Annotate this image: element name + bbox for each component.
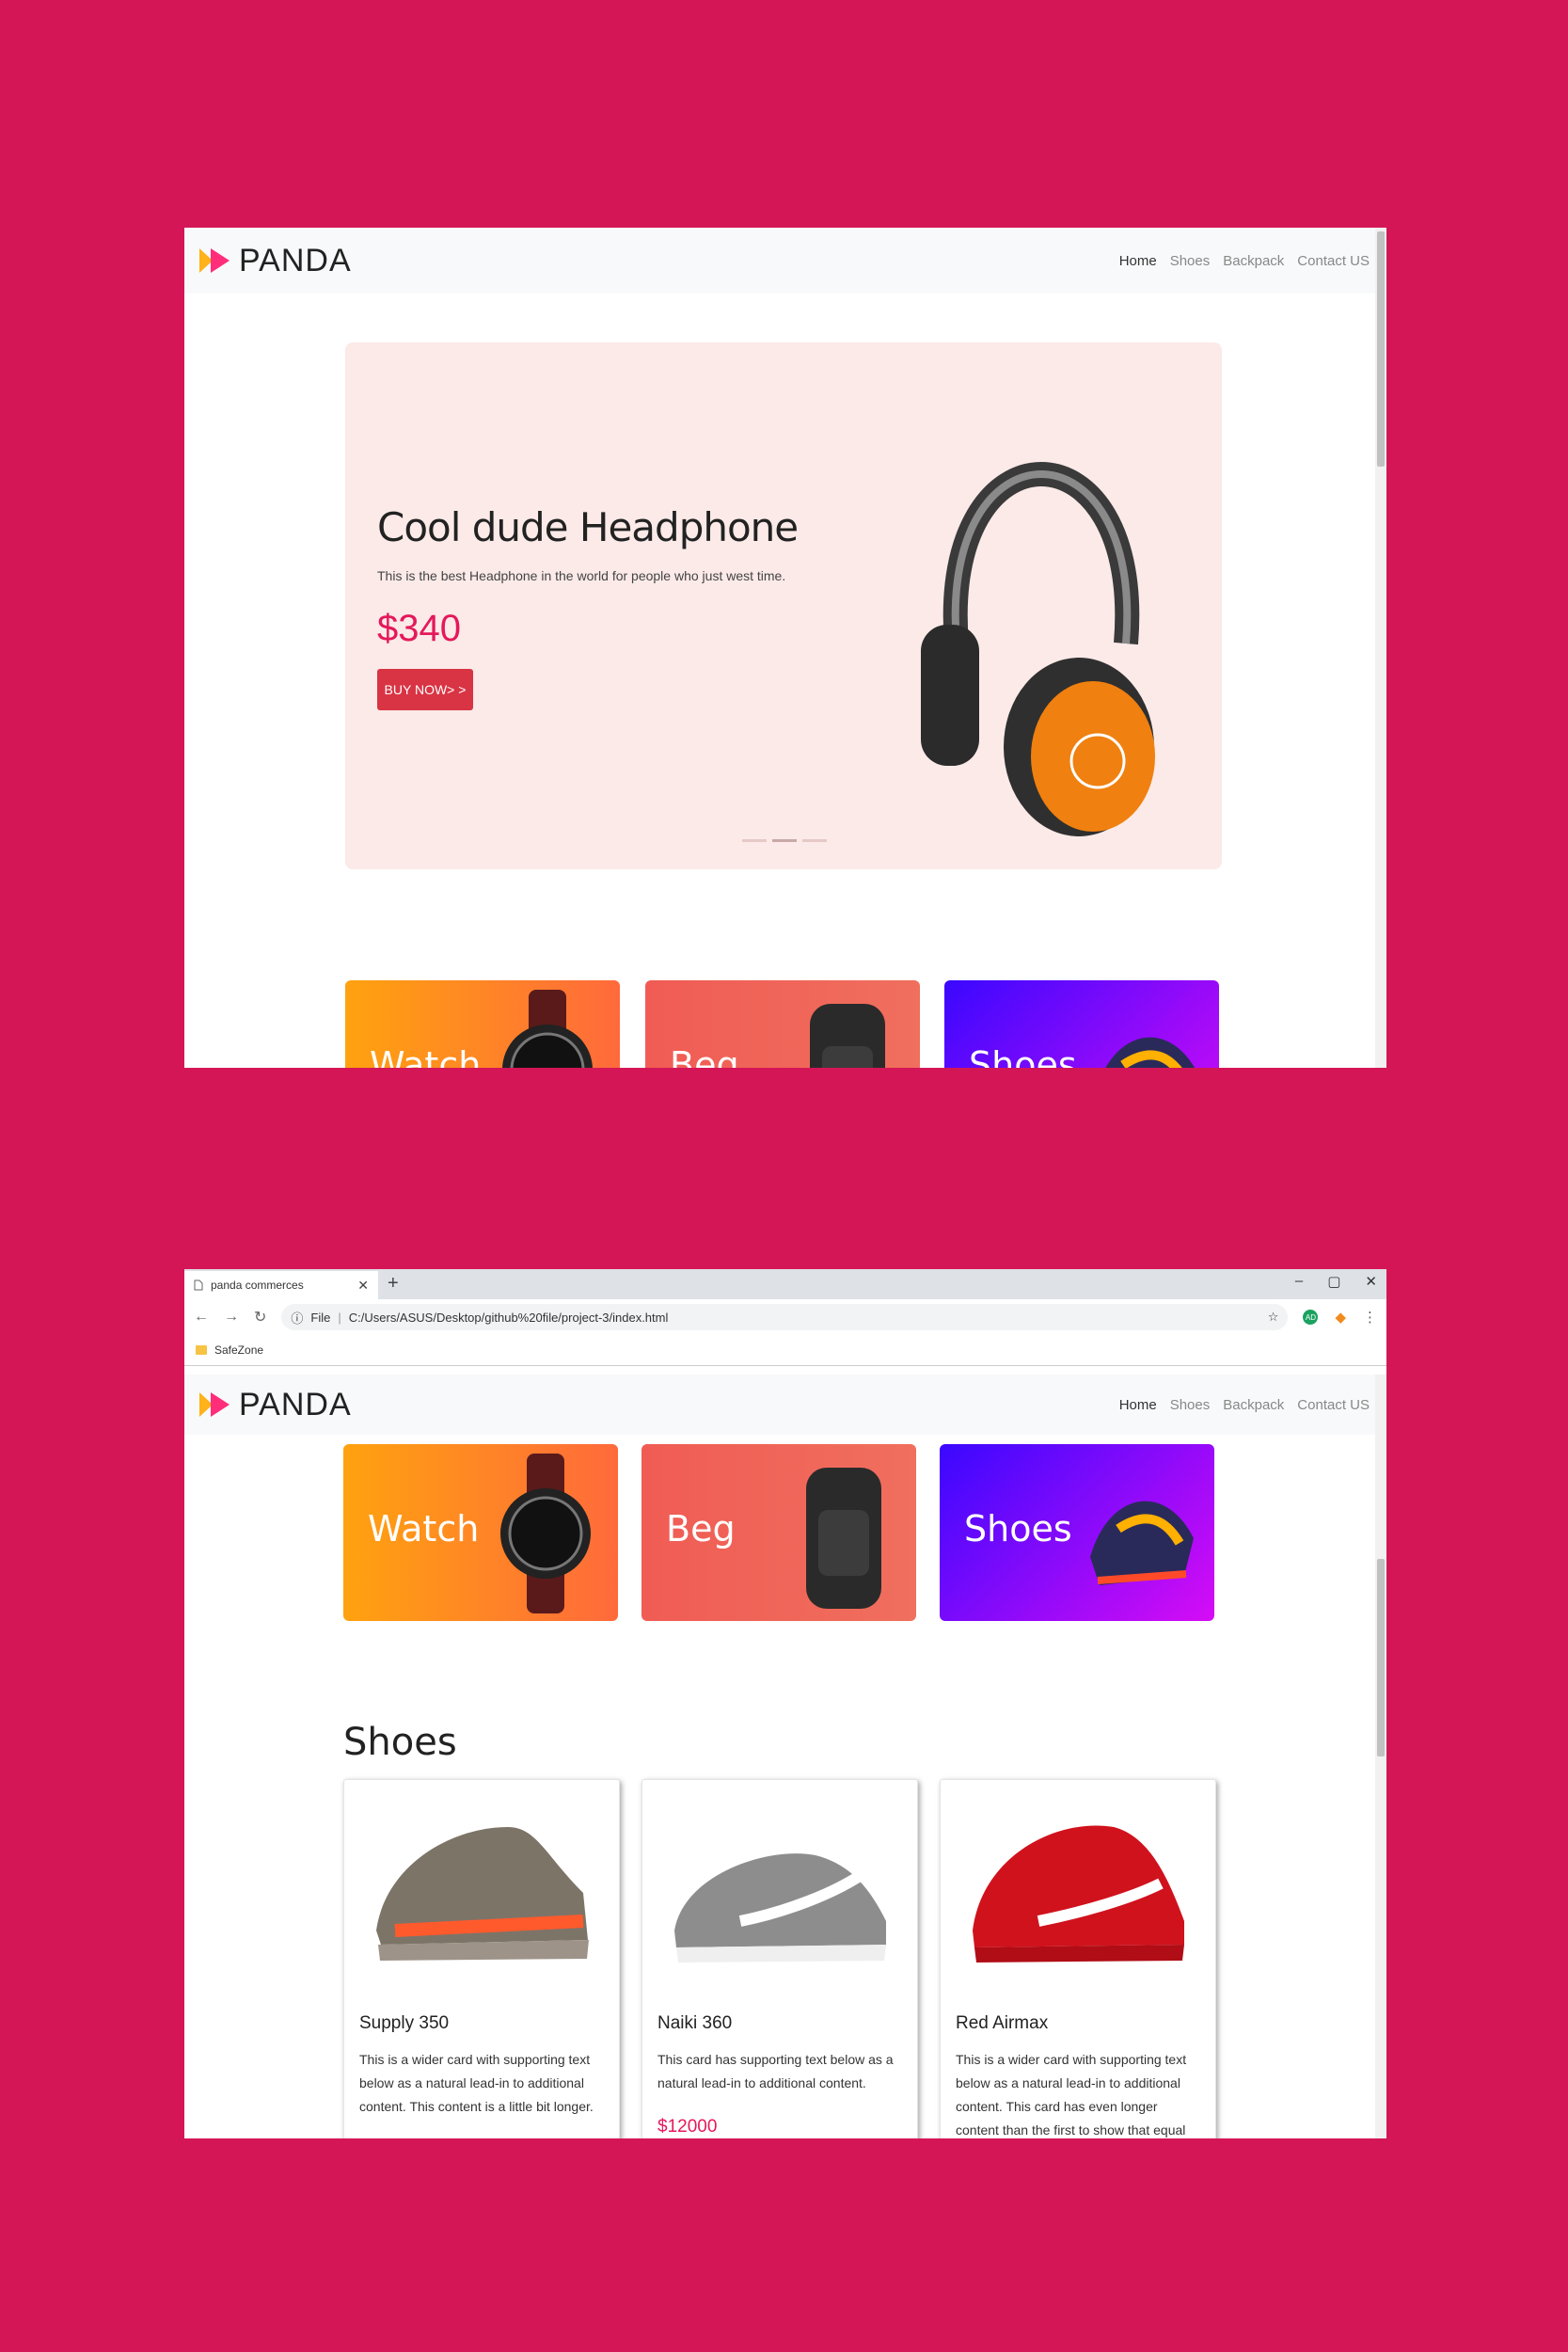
address-separator: | [338, 1310, 341, 1325]
window-controls: – ▢ ✕ [1295, 1273, 1377, 1290]
extension-icon[interactable]: ◆ [1335, 1309, 1346, 1326]
toolbar-extensions: AD ◆ ⋮ [1303, 1309, 1377, 1326]
page-icon [194, 1279, 203, 1291]
browser-tab-strip: panda commerces ✕ + – ▢ ✕ [184, 1269, 1386, 1299]
product-description: This is a wider card with supporting tex… [956, 2052, 1187, 2137]
product-card[interactable]: Red Airmax This is a wider card with sup… [940, 1779, 1216, 2138]
product-description: This is a wider card with supporting tex… [359, 2052, 594, 2114]
hero-price: $340 [377, 608, 461, 649]
reload-icon[interactable]: ↻ [254, 1308, 266, 1327]
category-shoes-card[interactable]: Shoes [940, 1444, 1214, 1621]
red-airmax-image [973, 1825, 1184, 1963]
adblock-extension-icon[interactable]: AD [1303, 1310, 1319, 1325]
hero-carousel: Cool dude Headphone This is the best Hea… [345, 342, 1222, 869]
product-price: $12000 [657, 2117, 718, 2137]
navbar: PANDA Home Shoes Backpack Contact US [184, 228, 1386, 294]
backpack-image [806, 1468, 881, 1609]
brand-name: PANDA [239, 1386, 352, 1422]
nav-backpack[interactable]: Backpack [1223, 1397, 1284, 1413]
product-name: Red Airmax [956, 2013, 1049, 2033]
info-icon[interactable]: ⓘ [291, 1309, 303, 1327]
product-name: Naiki 360 [657, 2013, 733, 2033]
product-card[interactable]: Naiki 360 This card has supporting text … [641, 1779, 918, 2138]
scrollbar-thumb[interactable] [1377, 231, 1385, 467]
product-card[interactable]: Supply 350 This is a wider card with sup… [343, 1779, 620, 2138]
headphone-image [921, 462, 1155, 836]
carousel-indicator[interactable] [742, 839, 767, 842]
category-beg-card[interactable]: Beg [641, 1444, 916, 1621]
bookmarks-bar: SafeZone [184, 1335, 1386, 1366]
category-watch-card[interactable]: Watch [343, 1444, 618, 1621]
back-icon[interactable]: ← [194, 1309, 209, 1326]
category-label: Shoes [969, 1044, 1077, 1068]
sneaker-image [1090, 1501, 1194, 1585]
scrollbar-thumb[interactable] [1377, 1559, 1385, 1756]
category-label: Beg [666, 1508, 736, 1549]
brand-name: PANDA [239, 242, 352, 278]
maximize-icon[interactable]: ▢ [1327, 1273, 1340, 1290]
nav-shoes[interactable]: Shoes [1170, 253, 1211, 269]
forward-icon[interactable]: → [224, 1309, 239, 1326]
nav-links: Home Shoes Backpack Contact US [1119, 253, 1370, 269]
address-url: C:/Users/ASUS/Desktop/github%20file/proj… [348, 1310, 669, 1325]
tab-title: panda commerces [211, 1279, 304, 1292]
bookmark-safezone[interactable]: SafeZone [214, 1343, 263, 1357]
menu-kebab-icon[interactable]: ⋮ [1363, 1309, 1377, 1326]
window-close-icon[interactable]: ✕ [1365, 1273, 1377, 1290]
address-scheme: File [310, 1310, 331, 1325]
carousel-indicator-active[interactable] [772, 839, 797, 842]
brand[interactable]: PANDA [198, 243, 352, 279]
navbar: PANDA Home Shoes Backpack Contact US [184, 1375, 1386, 1435]
folder-icon [196, 1345, 207, 1355]
category-label: Beg [670, 1044, 739, 1068]
new-tab-icon[interactable]: + [388, 1273, 399, 1295]
nav-home[interactable]: Home [1119, 1397, 1157, 1413]
browser-tab[interactable]: panda commerces ✕ [184, 1271, 378, 1299]
nav-shoes[interactable]: Shoes [1170, 1397, 1211, 1413]
address-input[interactable]: ⓘ File | C:/Users/ASUS/Desktop/github%20… [281, 1304, 1289, 1330]
backpack-image [810, 1004, 885, 1068]
nav-contact[interactable]: Contact US [1297, 253, 1370, 269]
watch-image [502, 990, 593, 1068]
close-icon[interactable]: ✕ [357, 1278, 369, 1294]
product-name: Supply 350 [359, 2013, 450, 2033]
scrollbar[interactable] [1375, 1375, 1386, 2138]
category-label: Watch [370, 1044, 482, 1068]
nike-shoe-image [674, 1853, 886, 1963]
panda-logo-icon [199, 248, 230, 273]
sneaker-image [1105, 1037, 1195, 1068]
section-title: Shoes [343, 1721, 457, 1764]
screenshot-products: panda commerces ✕ + – ▢ ✕ ← → ↻ ⓘ File |… [184, 1269, 1386, 2138]
nav-contact[interactable]: Contact US [1297, 1397, 1370, 1413]
category-shoes-card[interactable]: Shoes [944, 980, 1219, 1068]
nav-backpack[interactable]: Backpack [1223, 253, 1284, 269]
brand[interactable]: PANDA [198, 1387, 352, 1423]
nav-links: Home Shoes Backpack Contact US [1119, 1397, 1370, 1413]
watch-image [500, 1454, 591, 1613]
panda-logo-icon [199, 1392, 230, 1417]
buy-now-button[interactable]: BUY NOW> > [377, 669, 473, 710]
hero-title: Cool dude Headphone [377, 504, 799, 550]
yeezy-shoe-image [376, 1827, 589, 1961]
screenshot-hero: PANDA Home Shoes Backpack Contact US Coo… [184, 228, 1386, 1068]
category-label: Shoes [964, 1508, 1072, 1549]
bookmark-star-icon[interactable]: ☆ [1268, 1310, 1279, 1325]
minimize-icon[interactable]: – [1295, 1273, 1303, 1290]
carousel-indicators [742, 839, 827, 842]
hero-text: This is the best Headphone in the world … [377, 568, 786, 583]
scrollbar[interactable] [1375, 228, 1386, 1068]
category-beg-card[interactable]: Beg [645, 980, 920, 1068]
address-bar-row: ← → ↻ ⓘ File | C:/Users/ASUS/Desktop/git… [184, 1299, 1386, 1335]
nav-home[interactable]: Home [1119, 253, 1157, 269]
category-label: Watch [368, 1508, 480, 1549]
category-watch-card[interactable]: Watch [345, 980, 620, 1068]
carousel-indicator[interactable] [802, 839, 827, 842]
product-description: This card has supporting text below as a… [657, 2052, 894, 2090]
